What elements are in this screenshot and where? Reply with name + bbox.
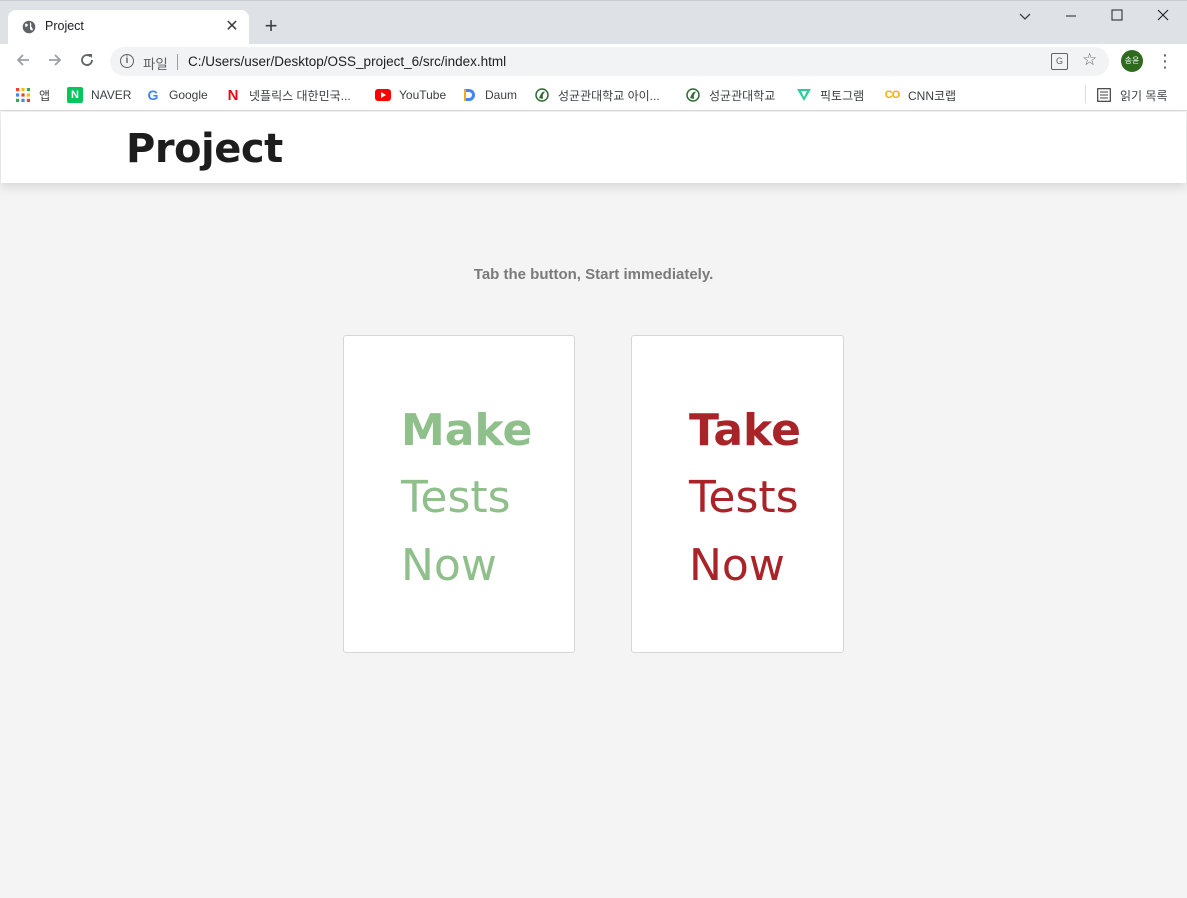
bookmark-label: NAVER (91, 88, 132, 102)
more-menu-icon[interactable]: ⋮ (1156, 49, 1174, 73)
translate-icon[interactable]: G (1051, 53, 1068, 70)
bookmark-label: Google (169, 88, 208, 102)
bookmark-label: Daum (485, 88, 518, 102)
make-card-line3: Now (401, 540, 497, 591)
apps-grid-icon (15, 87, 31, 103)
bookmark-daum[interactable]: Daum (461, 85, 517, 105)
bookmark-skku-i[interactable]: 성균관대학교 아이... (534, 85, 660, 105)
scheme-label: 파일 (143, 57, 168, 72)
instruction-text: Tab the button, Start immediately. (473, 266, 714, 283)
page-title: Project (126, 126, 283, 172)
bookmark-naver[interactable]: N NAVER (67, 85, 131, 105)
close-tab-icon[interactable]: ✕ (222, 17, 242, 37)
reading-list-icon (1096, 87, 1112, 103)
bookmark-label: 성균관대학교 아이... (558, 88, 660, 103)
info-icon[interactable]: i (120, 54, 134, 68)
tab-title: Project (45, 19, 84, 33)
take-tests-button[interactable]: Take Tests Now (631, 335, 844, 653)
bookmarks-bar: 앱 N NAVER G Google N 넷플릭스 대한민국... YouTub… (0, 79, 1187, 111)
bookmark-colab[interactable]: CO CNN코랩 (884, 85, 956, 105)
bookmark-netflix[interactable]: N 넷플릭스 대한민국... (225, 85, 351, 105)
bookmark-pictogram[interactable]: 픽토그램 (796, 85, 864, 105)
take-card-line3: Now (689, 540, 785, 591)
omnibox-divider (177, 54, 178, 70)
bookmark-label: CNN코랩 (908, 88, 957, 103)
colab-icon: CO (884, 89, 901, 101)
bookmarks-divider (1085, 85, 1086, 103)
bookmark-apps[interactable]: 앱 (15, 85, 50, 105)
browser-titlebar: Project ✕ + (0, 0, 1187, 45)
bookmark-label: 성균관대학교 (709, 88, 776, 103)
reading-list-label: 읽기 목록 (1120, 88, 1168, 103)
skku-icon (534, 87, 550, 103)
url-text[interactable]: C:/Users/user/Desktop/OSS_project_6/src/… (188, 54, 506, 69)
bookmark-label: 넷플릭스 대한민국... (249, 88, 351, 103)
new-tab-button[interactable]: + (259, 15, 283, 39)
bookmark-google[interactable]: G Google (145, 85, 208, 105)
daum-icon (461, 87, 477, 103)
youtube-icon (375, 87, 391, 103)
minimize-button[interactable] (1048, 5, 1094, 27)
netflix-icon: N (227, 86, 239, 104)
make-card-line2: Tests (401, 472, 511, 523)
reload-icon[interactable] (75, 50, 99, 74)
back-icon[interactable] (11, 50, 35, 74)
make-tests-button[interactable]: Make Tests Now (343, 335, 575, 653)
tab-search-icon[interactable] (1002, 5, 1048, 27)
globe-icon (22, 20, 36, 34)
bookmark-label: 앱 (39, 88, 51, 103)
browser-toolbar: i 파일 C:/Users/user/Desktop/OSS_project_6… (0, 44, 1187, 79)
bookmark-label: YouTube (399, 88, 447, 102)
pictogram-icon (796, 87, 812, 103)
close-window-button[interactable] (1140, 5, 1186, 27)
address-bar[interactable]: i 파일 C:/Users/user/Desktop/OSS_project_6… (110, 47, 1109, 76)
take-card-line2: Tests (689, 472, 799, 523)
bookmark-label: 픽토그램 (820, 88, 865, 103)
profile-avatar[interactable]: 송윤 (1121, 50, 1143, 72)
page-header: Project (1, 112, 1186, 183)
skku-icon (685, 87, 701, 103)
naver-icon: N (67, 87, 83, 103)
bookmark-star-icon[interactable]: ☆ (1082, 50, 1097, 70)
maximize-button[interactable] (1094, 5, 1140, 27)
reading-list[interactable]: 읽기 목록 (1096, 85, 1168, 105)
bookmark-youtube[interactable]: YouTube (375, 85, 446, 105)
google-icon: G (147, 87, 159, 103)
take-card-line1: Take (689, 405, 801, 456)
make-card-line1: Make (401, 405, 533, 456)
forward-icon[interactable] (43, 50, 67, 74)
browser-tab[interactable]: Project ✕ (8, 10, 249, 45)
bookmark-skku[interactable]: 성균관대학교 (685, 85, 775, 105)
